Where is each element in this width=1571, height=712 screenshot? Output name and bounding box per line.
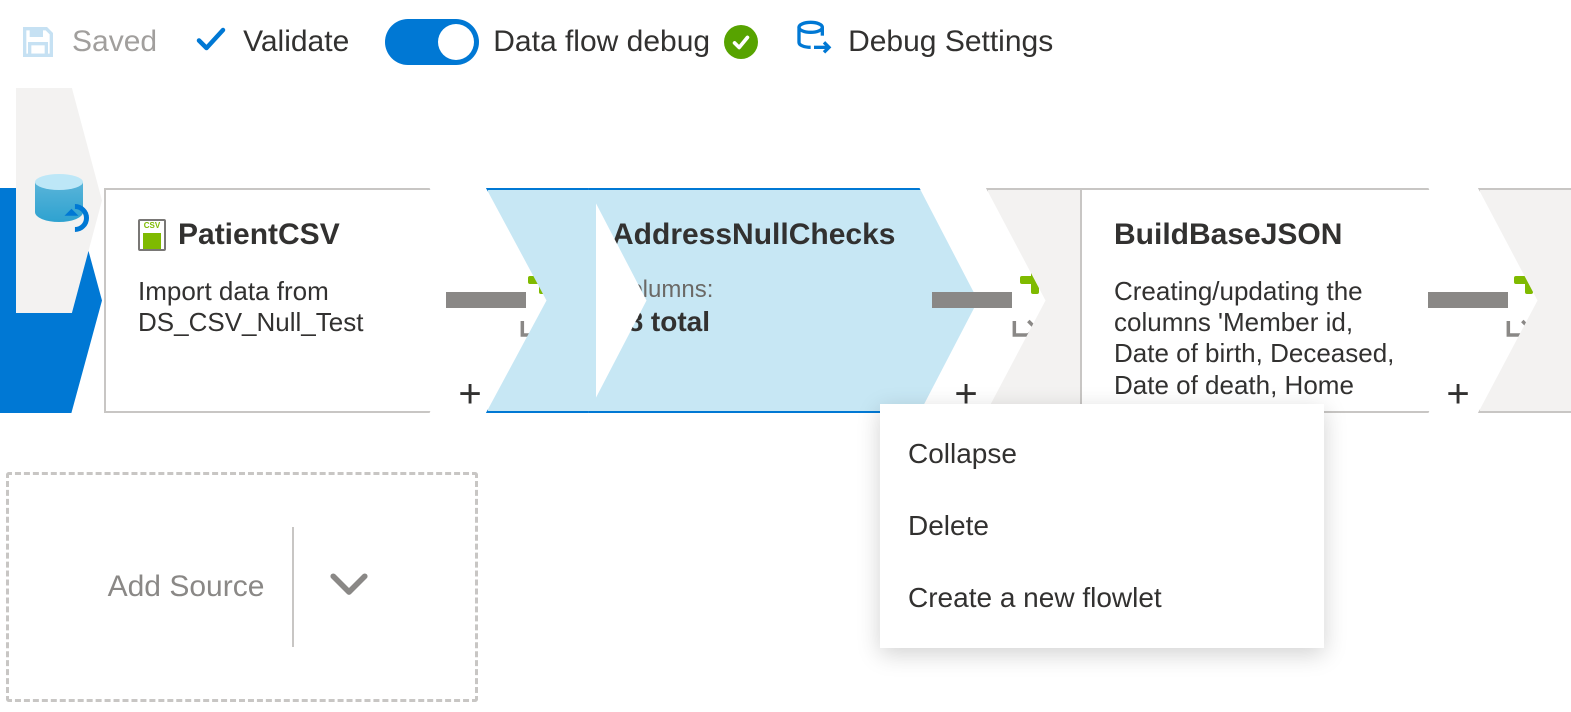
saved-indicator: Saved <box>18 22 157 62</box>
connector <box>1428 292 1508 308</box>
node-addressnullchecks[interactable]: AddressNullChecks Columns: 28 total <box>588 188 978 413</box>
add-step-button[interactable]: + <box>450 376 490 416</box>
validate-label: Validate <box>243 25 349 59</box>
node-title: PatientCSV <box>178 218 340 252</box>
toggle-knob <box>438 24 474 60</box>
validate-button[interactable]: Validate <box>193 21 349 64</box>
save-icon <box>18 22 58 62</box>
debug-toggle[interactable] <box>385 19 479 65</box>
columns-label: Columns: <box>612 276 916 304</box>
csv-file-icon <box>138 219 166 251</box>
database-arrow-icon <box>794 19 834 66</box>
node-patientcsv[interactable]: PatientCSV Import data from DS_CSV_Null_… <box>104 188 474 413</box>
debug-toggle-group: Data flow debug <box>385 19 758 65</box>
menu-item-create-flowlet[interactable]: Create a new flowlet <box>880 562 1324 634</box>
context-menu: Collapse Delete Create a new flowlet <box>880 404 1324 648</box>
debug-label: Data flow debug <box>493 25 710 59</box>
dataflow-canvas[interactable]: PatientCSV Import data from DS_CSV_Null_… <box>0 88 1571 712</box>
columns-total: 28 total <box>612 306 916 338</box>
status-ok-icon <box>724 25 758 59</box>
debug-settings-button[interactable]: Debug Settings <box>794 19 1053 66</box>
saved-label: Saved <box>72 25 157 59</box>
divider <box>292 527 294 647</box>
checkmark-icon <box>193 21 229 64</box>
node-title: AddressNullChecks <box>612 218 895 252</box>
database-icon <box>35 174 83 228</box>
node-description: Import data from DS_CSV_Null_Test <box>138 276 412 338</box>
menu-item-delete[interactable]: Delete <box>880 490 1324 562</box>
add-step-button[interactable]: + <box>1438 376 1478 416</box>
toolbar: Saved Validate Data flow debug <box>0 0 1571 88</box>
connector <box>932 292 1012 308</box>
debug-settings-label: Debug Settings <box>848 25 1053 59</box>
add-source-button[interactable]: Add Source <box>6 472 478 702</box>
add-source-label: Add Source <box>108 570 265 604</box>
chevron-down-icon[interactable] <box>322 556 376 618</box>
menu-item-collapse[interactable]: Collapse <box>880 418 1324 490</box>
connector <box>446 292 526 308</box>
node-buildbasejson[interactable]: BuildBaseJSON Creating/updating the colu… <box>1080 188 1476 413</box>
node-title: BuildBaseJSON <box>1114 218 1342 252</box>
